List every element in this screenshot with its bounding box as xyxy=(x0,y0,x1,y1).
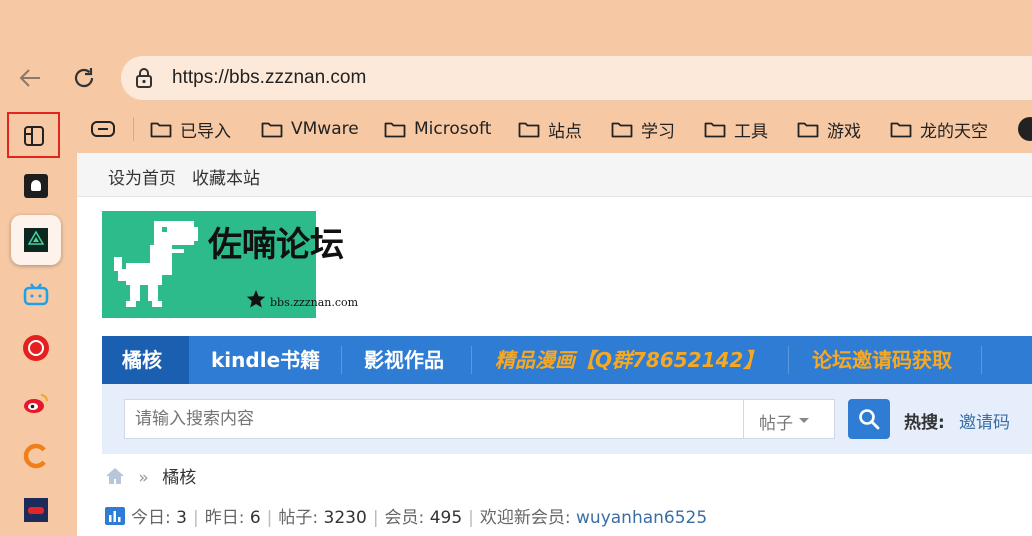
logo-title: 佐喃论坛 xyxy=(208,225,344,265)
breadcrumb: » 橘核 xyxy=(105,463,196,488)
github-icon[interactable] xyxy=(1018,117,1032,141)
web-page: 设为首页 收藏本站 佐喃论坛 bbs.zzznan.com 橘核 kindle书… xyxy=(77,153,1032,536)
folder-icon xyxy=(261,122,283,138)
nav-item-juhe[interactable]: 橘核 xyxy=(122,336,162,384)
game-icon[interactable] xyxy=(16,490,56,530)
back-arrow-icon xyxy=(19,69,40,87)
netease-music-icon[interactable] xyxy=(16,328,56,368)
bookmark-sites[interactable]: 站点 xyxy=(518,116,582,142)
chevron-down-icon xyxy=(799,418,809,423)
bookmark-study[interactable]: 学习 xyxy=(611,116,675,142)
logo-url: bbs.zzznan.com xyxy=(270,296,359,309)
nav-item-invite-code[interactable]: 论坛邀请码获取 xyxy=(812,336,952,384)
c-app-icon[interactable] xyxy=(16,436,56,476)
app-icon-1[interactable] xyxy=(16,166,56,206)
reload-icon xyxy=(74,68,94,88)
search-input[interactable] xyxy=(124,399,743,439)
forum-topbar: 设为首页 收藏本站 xyxy=(77,153,1032,197)
forum-stats: 今日: 3 | 昨日: 6 | 帖子: 3230 | 会员: 495 | 欢迎新会员: wuya… xyxy=(105,503,707,528)
stat-today: 3 xyxy=(176,508,187,528)
folder-icon xyxy=(518,122,540,138)
folder-icon xyxy=(150,122,172,138)
star-icon xyxy=(246,290,266,308)
folder-icon xyxy=(797,122,819,138)
hot-search-keyword[interactable]: 邀请码 xyxy=(959,408,1010,433)
folder-icon xyxy=(704,122,726,138)
stat-members: 495 xyxy=(429,508,463,528)
nav-separator xyxy=(981,346,982,374)
bookmark-site-link[interactable]: 收藏本站 xyxy=(192,164,260,189)
folder-icon xyxy=(384,122,406,138)
lock-icon[interactable] xyxy=(134,67,154,89)
address-bar[interactable]: https://bbs.zzznan.com xyxy=(120,55,1032,101)
bookmark-microsoft[interactable]: Microsoft xyxy=(384,116,491,142)
bookmark-imported[interactable]: 已导入 xyxy=(150,116,231,142)
nav-item-comics[interactable]: 精品漫画【Q群78652142】 xyxy=(495,336,763,384)
folder-icon xyxy=(890,122,912,138)
search-type-select[interactable]: 帖子 xyxy=(743,399,835,439)
bookmark-games[interactable]: 游戏 xyxy=(797,116,861,142)
dino-icon xyxy=(114,221,198,307)
bookmark-vmware[interactable]: VMware xyxy=(261,116,359,142)
app-icon-2[interactable] xyxy=(11,215,61,265)
nav-separator xyxy=(341,346,342,374)
search-icon xyxy=(859,409,880,430)
nav-separator xyxy=(788,346,789,374)
tab-actions-icon[interactable] xyxy=(90,119,116,139)
nav-item-kindle[interactable]: kindle书籍 xyxy=(211,336,320,384)
search-button[interactable] xyxy=(848,399,890,439)
bookmark-dragon-sky[interactable]: 龙的天空 xyxy=(890,116,988,142)
reload-button[interactable] xyxy=(66,60,102,96)
search-area: 帖子 热搜: 邀请码 xyxy=(102,384,1032,454)
hot-search-label: 热搜: xyxy=(904,413,945,433)
new-member-link[interactable]: wuyanhan6525 xyxy=(576,508,707,528)
forum-logo[interactable]: 佐喃论坛 bbs.zzznan.com xyxy=(102,211,358,318)
url-text[interactable]: https://bbs.zzznan.com xyxy=(172,67,366,89)
stats-chart-icon xyxy=(105,507,125,525)
breadcrumb-current[interactable]: 橘核 xyxy=(162,468,196,488)
nav-item-movies[interactable]: 影视作品 xyxy=(364,336,444,384)
forum-nav: 橘核 kindle书籍 影视作品 精品漫画【Q群78652142】 论坛邀请码获… xyxy=(102,336,1032,384)
sidebar-toggle-icon xyxy=(24,126,44,146)
folder-icon xyxy=(611,122,633,138)
home-icon[interactable] xyxy=(105,467,125,485)
bookmarks-divider xyxy=(133,117,134,141)
weibo-icon[interactable] xyxy=(16,383,56,423)
bookmark-tools[interactable]: 工具 xyxy=(704,116,768,142)
set-home-link[interactable]: 设为首页 xyxy=(108,164,176,189)
nav-separator xyxy=(471,346,472,374)
bilibili-icon[interactable] xyxy=(16,274,56,314)
stat-posts: 3230 xyxy=(323,508,367,528)
stat-yesterday: 6 xyxy=(249,508,261,528)
sidebar-toggle-button[interactable] xyxy=(7,112,60,158)
back-button[interactable] xyxy=(12,60,48,96)
